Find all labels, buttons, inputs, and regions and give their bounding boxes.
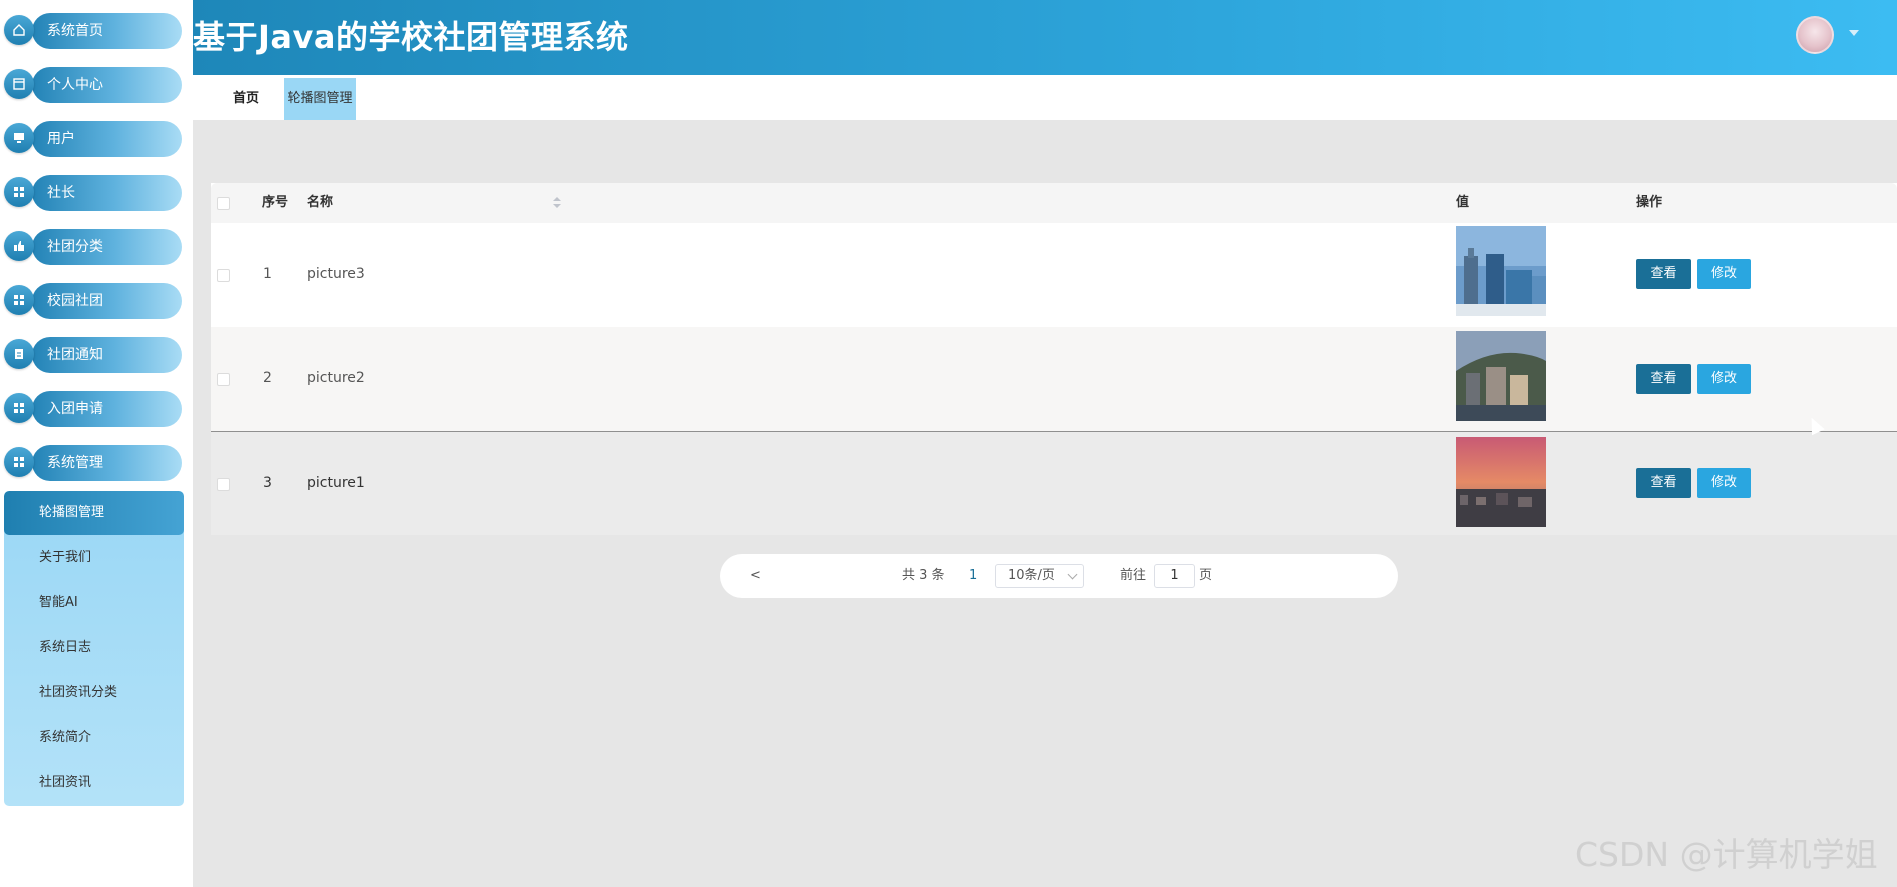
tab-home[interactable]: 首页	[233, 78, 259, 120]
system-submenu: 轮播图管理 关于我们 智能AI 系统日志 社团资讯分类 系统简介 社团资讯	[4, 491, 184, 806]
page-unit-label: 页	[1199, 568, 1213, 583]
view-button[interactable]: 查看	[1636, 364, 1691, 394]
header-value: 值	[1456, 195, 1470, 210]
page-size-value: 10条/页	[1008, 568, 1055, 583]
select-all-checkbox[interactable]	[217, 197, 230, 210]
table-header: 序号 名称 值 操作	[211, 183, 1897, 223]
submenu-item-log[interactable]: 系统日志	[4, 626, 184, 669]
sidebar-item-label: 系统首页	[32, 13, 182, 49]
grid-icon	[4, 447, 34, 477]
pagination: < 共 3 条 1 10条/页 前往 1 页	[720, 554, 1398, 598]
sidebar-item-club-category[interactable]: 社团分类	[4, 228, 182, 266]
home-icon	[4, 15, 34, 45]
sidebar-item-system[interactable]: 系统管理	[4, 444, 182, 482]
submenu-item-ai[interactable]: 智能AI	[4, 581, 184, 624]
sidebar: 系统首页 个人中心 用户 社长 社团分类 校园社团 社团通知 入团申请 系统管理…	[0, 0, 193, 887]
sidebar-item-campus-club[interactable]: 校园社团	[4, 282, 182, 320]
sidebar-item-label: 用户	[32, 121, 182, 157]
chevron-down-icon[interactable]	[1849, 30, 1859, 36]
monitor-icon	[4, 123, 34, 153]
avatar[interactable]	[1796, 16, 1834, 54]
row-checkbox[interactable]	[217, 269, 230, 282]
sidebar-item-home[interactable]: 系统首页	[4, 12, 182, 50]
thumb-icon	[4, 231, 34, 261]
pagination-total: 共 3 条	[902, 568, 945, 583]
table-row: 3 picture1 查看 修改	[211, 432, 1897, 535]
grid-icon	[4, 177, 34, 207]
row-checkbox[interactable]	[217, 373, 230, 386]
clipboard-icon	[4, 339, 34, 369]
sidebar-item-label: 社长	[32, 175, 182, 211]
submenu-item-news-category[interactable]: 社团资讯分类	[4, 671, 184, 714]
top-header: 基于Java的学校社团管理系统	[193, 0, 1897, 75]
tab-bar: 首页 轮播图管理	[193, 75, 1897, 120]
view-button[interactable]: 查看	[1636, 259, 1691, 289]
grid-icon	[4, 393, 34, 423]
view-button[interactable]: 查看	[1636, 468, 1691, 498]
sidebar-item-join-apply[interactable]: 入团申请	[4, 390, 182, 428]
sort-icon[interactable]	[553, 197, 561, 209]
sidebar-item-label: 校园社团	[32, 283, 182, 319]
header-ops: 操作	[1636, 195, 1663, 210]
sidebar-item-profile[interactable]: 个人中心	[4, 66, 182, 104]
submenu-item-intro[interactable]: 系统简介	[4, 716, 184, 759]
tab-carousel[interactable]: 轮播图管理	[284, 78, 356, 120]
row-index: 1	[263, 266, 272, 282]
goto-label: 前往	[1120, 568, 1147, 583]
row-name: picture3	[307, 266, 365, 282]
sidebar-item-label: 社团通知	[32, 337, 182, 373]
submenu-item-about[interactable]: 关于我们	[4, 536, 184, 579]
edit-button[interactable]: 修改	[1697, 364, 1751, 394]
watermark: CSDN @计算机学姐	[1575, 835, 1878, 874]
sidebar-item-club-notice[interactable]: 社团通知	[4, 336, 182, 374]
row-checkbox[interactable]	[217, 478, 230, 491]
edit-button[interactable]: 修改	[1697, 259, 1751, 289]
edit-button[interactable]: 修改	[1697, 468, 1751, 498]
thumbnail-image	[1456, 437, 1546, 527]
page-number[interactable]: 1	[969, 554, 977, 598]
page-size-select[interactable]: 10条/页	[995, 564, 1084, 588]
table-row: 2 picture2 查看 修改	[211, 327, 1897, 432]
grid-icon	[4, 285, 34, 315]
sidebar-item-label: 系统管理	[32, 445, 182, 481]
carousel-table: 序号 名称 值 操作 1 picture3 查看 修改 2 picture2 查…	[211, 183, 1897, 535]
sidebar-item-label: 入团申请	[32, 391, 182, 427]
app-title: 基于Java的学校社团管理系统	[193, 18, 629, 56]
row-index: 3	[263, 475, 272, 491]
goto-page-input[interactable]: 1	[1154, 564, 1195, 588]
sidebar-item-users[interactable]: 用户	[4, 120, 182, 158]
sidebar-item-president[interactable]: 社长	[4, 174, 182, 212]
thumbnail-image	[1456, 226, 1546, 316]
window-icon	[4, 69, 34, 99]
thumbnail-image	[1456, 331, 1546, 421]
row-name: picture1	[307, 475, 365, 491]
row-index: 2	[263, 370, 272, 386]
submenu-item-news[interactable]: 社团资讯	[4, 761, 184, 804]
chevron-down-icon	[1067, 569, 1078, 580]
sidebar-item-label: 社团分类	[32, 229, 182, 265]
prev-page-button[interactable]: <	[750, 554, 761, 598]
sidebar-item-label: 个人中心	[32, 67, 182, 103]
submenu-item-carousel[interactable]: 轮播图管理	[4, 491, 184, 535]
header-index: 序号	[262, 195, 289, 210]
table-row: 1 picture3 查看 修改	[211, 223, 1897, 328]
header-name[interactable]: 名称	[307, 183, 333, 223]
row-name: picture2	[307, 370, 365, 386]
